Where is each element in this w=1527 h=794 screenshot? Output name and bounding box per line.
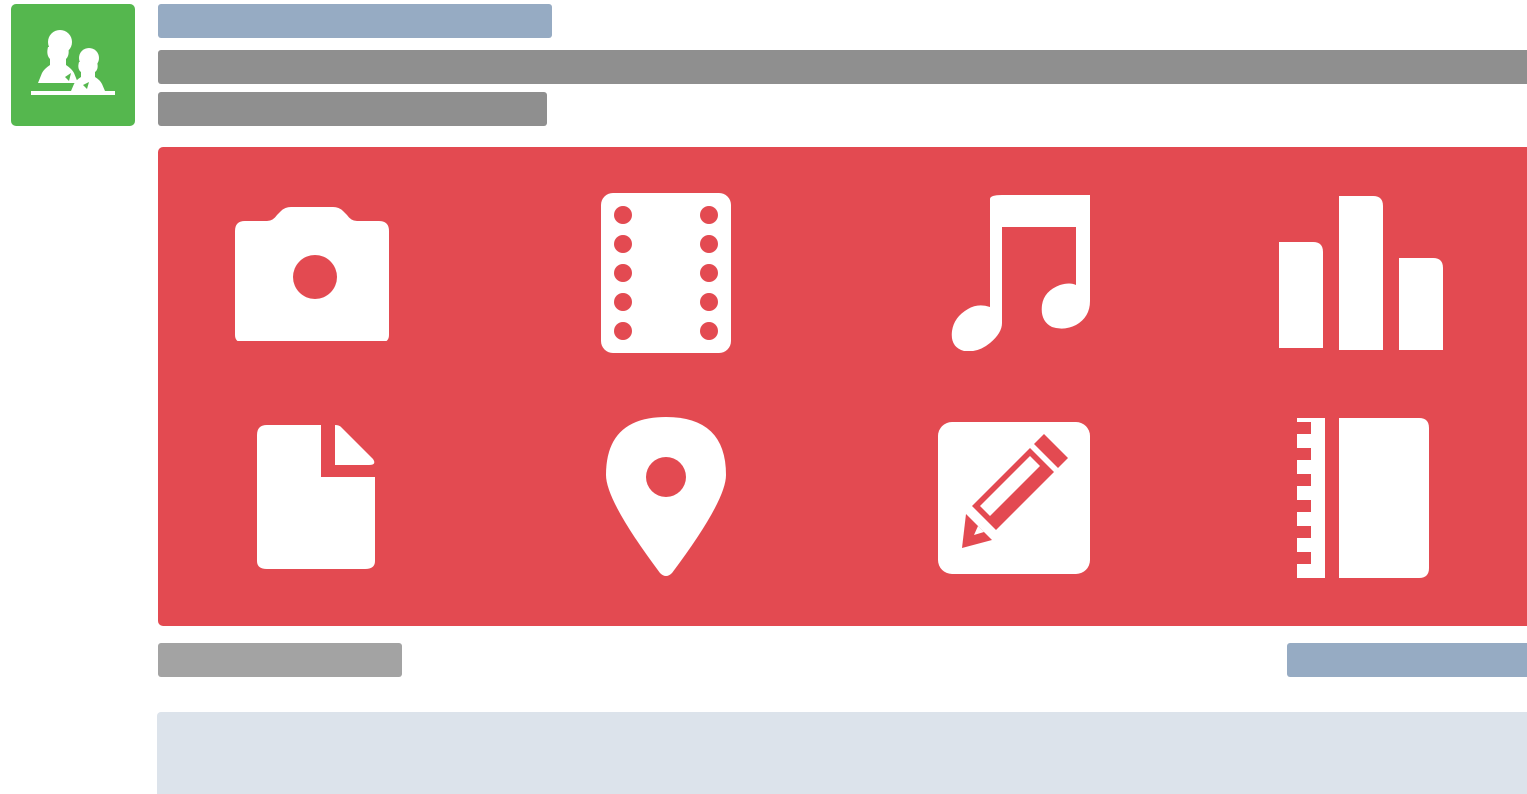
tile-location[interactable] bbox=[536, 393, 796, 603]
users-group-icon bbox=[31, 30, 115, 95]
map-pin-icon bbox=[606, 417, 726, 576]
document-icon bbox=[257, 425, 375, 569]
footer-text-placeholder bbox=[158, 643, 402, 677]
camera-icon bbox=[235, 207, 389, 341]
avatar[interactable] bbox=[11, 4, 135, 126]
tile-edit[interactable] bbox=[884, 393, 1144, 603]
music-note-icon bbox=[951, 195, 1090, 351]
footer-action-placeholder[interactable] bbox=[1287, 643, 1527, 677]
notebook-ruler-icon bbox=[1297, 418, 1429, 578]
tile-document[interactable] bbox=[187, 393, 447, 603]
tile-camera[interactable] bbox=[187, 168, 447, 378]
text-line-placeholder bbox=[158, 50, 1527, 84]
tile-music[interactable] bbox=[884, 168, 1144, 378]
text-line-placeholder bbox=[158, 92, 547, 126]
content-box bbox=[157, 712, 1527, 794]
tile-notebook[interactable] bbox=[1233, 393, 1493, 603]
bar-chart-icon bbox=[1279, 196, 1443, 350]
edit-pencil-icon bbox=[938, 422, 1090, 574]
title-placeholder[interactable] bbox=[158, 4, 552, 38]
tile-chart[interactable] bbox=[1233, 168, 1493, 378]
media-panel bbox=[158, 147, 1527, 626]
film-strip-icon bbox=[601, 193, 731, 353]
tile-film[interactable] bbox=[536, 168, 796, 378]
